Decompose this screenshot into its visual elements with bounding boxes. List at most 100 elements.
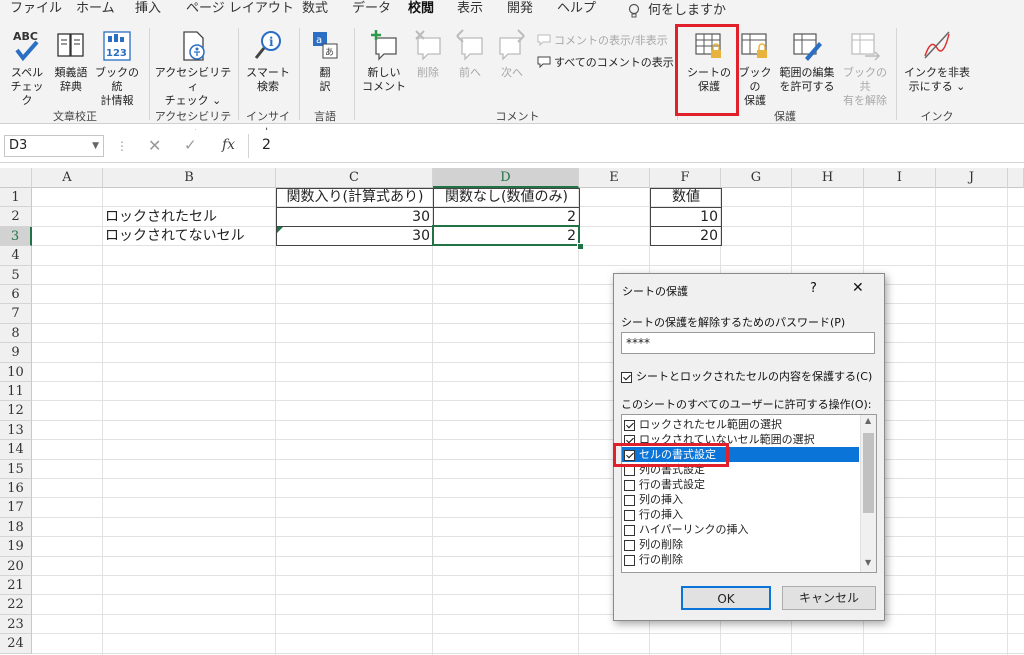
protect-contents-checkbox[interactable]: シートとロックされたセルの内容を保護する(C) [621,368,872,384]
tell-me-search[interactable]: 何をしますか [628,0,726,22]
row-header[interactable]: 23 [0,614,32,635]
protect-workbook-icon [741,33,767,58]
cell-C2[interactable]: 30 [277,208,433,227]
password-input[interactable]: **** [621,332,875,354]
column-header[interactable]: B [103,168,276,188]
tab-developer[interactable]: 開発 [507,0,533,22]
tab-data[interactable]: データ [352,0,391,22]
cancel-icon[interactable]: ✕ [148,136,161,155]
show-all-comments-button[interactable]: すべてのコメントの表示 [537,54,674,70]
smart-lookup-button[interactable]: i スマート 検索 [243,28,293,94]
allow-edit-ranges-button[interactable]: 範囲の編集 を許可する [776,28,838,94]
protect-workbook-label-1: ブックの [738,66,772,93]
enter-check-icon[interactable]: ✓ [184,136,197,154]
row-header[interactable]: 19 [0,537,32,557]
translate-button[interactable]: a あ 翻 訳 [303,28,347,94]
unshare-workbook-button[interactable]: ブックの共 有を解除 [840,28,890,108]
row-header[interactable]: 5 [0,265,32,285]
row-header[interactable]: 21 [0,576,32,596]
row-header[interactable]: 11 [0,382,32,402]
cell-C3[interactable]: 30 [277,227,433,246]
insert-function-button[interactable]: fx [222,137,235,153]
row-header[interactable]: 14 [0,440,32,460]
list-item[interactable]: 列の削除 [622,537,859,552]
row-header[interactable]: 7 [0,304,32,324]
column-header[interactable]: C [276,168,433,188]
list-item[interactable]: ロックされたセル範囲の選択 [622,417,859,432]
list-item[interactable]: 列の挿入 [622,492,859,507]
fill-handle[interactable] [577,243,584,250]
tab-formulas[interactable]: 数式 [302,0,328,22]
hide-ink-button[interactable]: インクを非表 示にする ⌄ [902,28,972,94]
tab-view[interactable]: 表示 [457,0,483,22]
row-header[interactable]: 8 [0,323,32,344]
new-comment-button[interactable]: 新しい コメント [360,28,408,94]
previous-comment-button[interactable]: 前へ [452,28,488,80]
row-header[interactable]: 12 [0,401,32,421]
new-comment-label-2: コメント [362,80,406,93]
group-label-proofing: 文章校正 [53,110,97,123]
row-header[interactable]: 9 [0,343,32,363]
tab-help[interactable]: ヘルプ [557,0,596,22]
select-all-corner[interactable] [0,168,32,188]
spell-check-button[interactable]: ABC スペル チェック [6,28,48,108]
row-header[interactable]: 4 [0,246,32,266]
cell-F1[interactable]: 数値 [651,188,721,207]
cell-F3[interactable]: 20 [651,227,721,246]
list-item[interactable]: ハイパーリンクの挿入 [622,522,859,537]
row-header[interactable]: 3 [0,226,32,247]
row-header[interactable]: 22 [0,595,32,615]
list-item[interactable]: 行の削除 [622,552,859,567]
chevron-down-icon[interactable]: ▼ [92,136,99,156]
scroll-down-icon[interactable]: ▼ [865,558,871,567]
column-header[interactable]: I [864,168,936,188]
cancel-button[interactable]: キャンセル [782,586,876,610]
list-item[interactable]: 行の書式設定 [622,477,859,492]
protect-workbook-button[interactable]: ブックの 保護 [737,28,773,108]
row-header[interactable]: 20 [0,556,32,576]
row-header[interactable]: 24 [0,634,32,654]
list-scrollbar[interactable]: ▲ ▼ [860,415,876,572]
ok-button[interactable]: OK [681,586,771,610]
column-header[interactable]: E [579,168,650,188]
row-header[interactable]: 15 [0,459,32,479]
column-header[interactable]: J [936,168,1008,188]
name-box[interactable]: D3 ▼ [4,135,104,157]
row-header[interactable]: 13 [0,420,32,441]
row-header[interactable]: 17 [0,498,32,518]
column-header[interactable]: H [792,168,864,188]
show-hide-comment-button[interactable]: コメントの表示/非表示 [537,32,668,48]
ribbon-separator [299,28,300,120]
column-header[interactable]: G [721,168,792,188]
row-header[interactable]: 10 [0,362,32,382]
help-button[interactable]: ? [810,281,817,296]
scroll-up-icon[interactable]: ▲ [865,416,871,425]
tab-file[interactable]: ファイル [10,0,62,22]
comment-toggle-icon [537,34,551,46]
close-button[interactable]: ✕ [852,280,864,296]
tab-insert[interactable]: 挿入 [135,0,161,22]
cell-B2[interactable]: ロックされたセル [105,208,275,227]
cell-D1[interactable]: 関数なし(数値のみ) [434,188,579,207]
delete-comment-button[interactable]: 削除 [410,28,446,80]
row-header[interactable]: 1 [0,188,32,208]
column-header-selected[interactable]: D [433,168,579,188]
row-header[interactable]: 18 [0,517,32,538]
tab-page-layout[interactable]: ページ レイアウト [186,0,294,22]
workbook-statistics-button[interactable]: 123 ブックの統 計情報 [92,28,142,108]
list-item[interactable]: 行の挿入 [622,507,859,522]
column-header[interactable]: F [650,168,721,188]
accessibility-check-button[interactable]: アクセシビリティ チェック ⌄ [153,28,233,108]
formula-input[interactable]: 2 [262,137,271,153]
thesaurus-button[interactable]: 類義語 辞典 [50,28,92,94]
cell-B3[interactable]: ロックされてないセル [105,227,275,246]
row-header[interactable]: 16 [0,479,32,499]
row-header[interactable]: 6 [0,285,32,305]
column-header[interactable]: A [32,168,103,188]
row-header[interactable]: 2 [0,207,32,227]
tab-home[interactable]: ホーム [76,0,115,22]
next-comment-button[interactable]: 次へ [494,28,530,80]
cell-F2[interactable]: 10 [651,208,721,227]
cell-C1[interactable]: 関数入り(計算式あり) [277,188,433,207]
scrollbar-thumb[interactable] [863,433,874,513]
